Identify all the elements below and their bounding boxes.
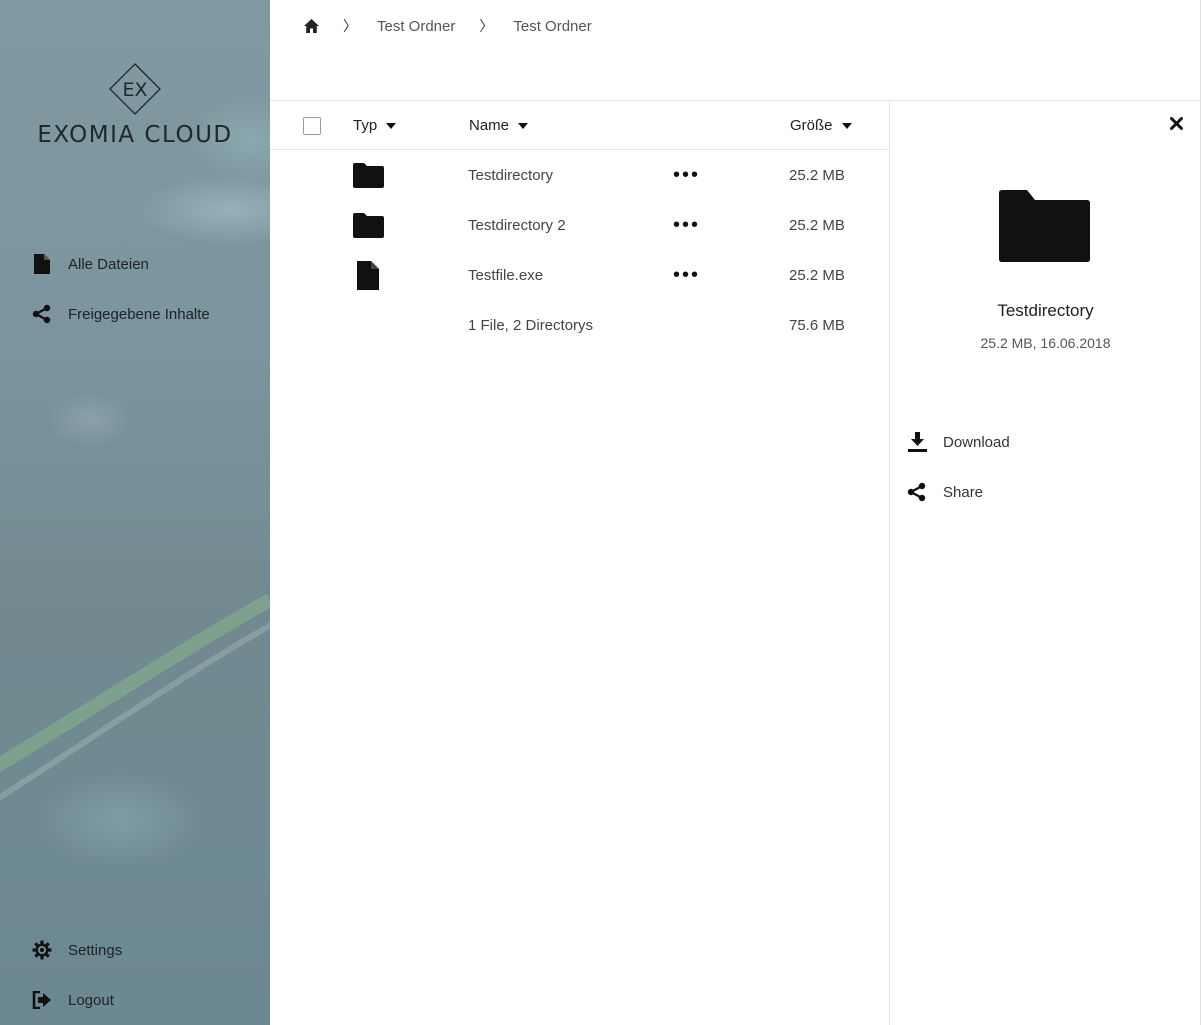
more-options-icon[interactable]: ••• [673,200,700,250]
summary-text: 1 File, 2 Directorys [468,316,594,334]
sort-caret-icon [386,122,397,129]
breadcrumb: 〉 Test Ordner 〉 Test Ordner [304,16,592,36]
column-header-name[interactable]: Name [469,117,529,134]
app-name: EXOMIA CLOUD [37,122,233,148]
file-icon [32,254,52,274]
detail-panel: Testdirectory 25.2 MB, 16.06.2018 Downlo… [889,101,1201,1025]
sort-caret-icon [841,122,852,129]
gear-icon [32,940,52,960]
sidebar-item-label: Logout [68,991,114,1009]
breadcrumb-item-current[interactable]: Test Ordner [513,18,591,35]
file-list: Typ Name Größe Testdirectory ••• 25.2 MB… [270,101,889,1025]
column-header-type[interactable]: Typ [353,117,397,134]
table-row[interactable]: Testfile.exe ••• 25.2 MB [270,250,889,300]
app-logo: EX EXOMIA CLOUD [0,62,270,148]
sort-caret-icon [518,122,529,129]
home-icon[interactable] [304,19,319,33]
sidebar: EX EXOMIA CLOUD Alle Dateien Freigegeben… [0,0,270,1025]
sidebar-item-freigegebene-inhalte[interactable]: Freigegebene Inhalte [32,304,210,324]
logo-mark-icon: EX [109,63,161,115]
table-summary-row: 1 File, 2 Directorys 75.6 MB [270,300,889,350]
row-size: 25.2 MB [789,216,845,234]
column-label: Typ [353,117,378,134]
row-name[interactable]: Testfile.exe [468,250,543,300]
share-button[interactable]: Share [906,481,983,503]
share-icon [906,481,928,503]
sidebar-item-label: Freigegebene Inhalte [68,305,210,323]
folder-icon [353,150,384,200]
column-label: Name [469,117,510,134]
logout-icon [32,990,52,1010]
background-decoration [0,593,270,801]
row-size: 25.2 MB [789,266,845,284]
folder-icon [353,200,384,250]
top-bar: 〉 Test Ordner 〉 Test Ordner [270,0,1201,101]
download-icon [906,431,928,453]
more-options-icon[interactable]: ••• [673,250,700,300]
table-row[interactable]: Testdirectory 2 ••• 25.2 MB [270,200,889,250]
detail-meta: 25.2 MB, 16.06.2018 [980,335,1111,351]
download-label: Download [943,433,1010,451]
download-button[interactable]: Download [906,431,1010,453]
sidebar-item-alle-dateien[interactable]: Alle Dateien [32,254,149,274]
sidebar-item-settings[interactable]: Settings [32,940,122,960]
table-header: Typ Name Größe [270,101,889,150]
chevron-right-icon: 〉 [343,18,357,34]
more-options-icon[interactable]: ••• [673,150,700,200]
share-label: Share [943,483,984,501]
chevron-right-icon: 〉 [479,18,494,34]
row-name[interactable]: Testdirectory [468,150,553,200]
select-all-checkbox[interactable] [303,117,321,135]
summary-size: 75.6 MB [789,316,845,334]
breadcrumb-item[interactable]: Test Ordner [377,18,455,35]
close-icon[interactable] [1170,117,1183,135]
sidebar-item-label: Settings [68,941,123,959]
row-name[interactable]: Testdirectory 2 [468,200,566,250]
logo-mark-text: EX [122,79,147,101]
detail-title: Testdirectory [997,301,1094,320]
column-label: Größe [790,117,833,134]
sidebar-item-logout[interactable]: Logout [32,990,114,1010]
file-icon [357,250,379,300]
share-icon [32,304,52,324]
column-header-size[interactable]: Größe [790,117,852,134]
folder-preview-icon [999,189,1091,268]
sidebar-item-label: Alle Dateien [68,255,149,273]
row-size: 25.2 MB [789,166,845,184]
table-row[interactable]: Testdirectory ••• 25.2 MB [270,150,889,200]
